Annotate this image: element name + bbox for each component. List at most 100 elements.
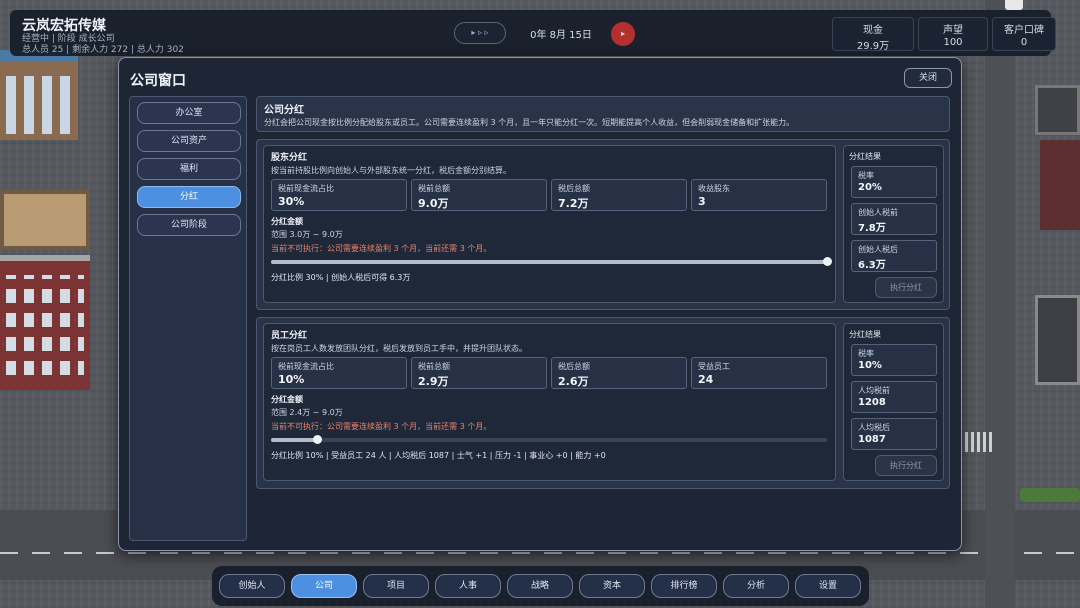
bottom-tab-analysis[interactable]: 分析 xyxy=(723,574,789,598)
play-pause-button[interactable]: ▸ xyxy=(611,22,635,46)
result-value: 6.3万 xyxy=(858,260,886,271)
result-label: 税率 xyxy=(858,349,874,358)
amount-range: 范围 2.4万 ~ 9.0万 xyxy=(271,408,343,417)
kpi-card: 税前现金流占比 30% xyxy=(271,179,407,211)
client-reputation-stat: 客户口碑 0 xyxy=(992,17,1056,51)
result-card: 人均税后 1087 xyxy=(851,418,937,450)
employee-dividend-slider[interactable] xyxy=(271,435,827,444)
result-value: 10% xyxy=(858,360,882,371)
cash-value: 29.9万 xyxy=(856,41,890,52)
client-reputation-value: 0 xyxy=(1020,37,1028,48)
kpi-value: 7.2万 xyxy=(558,197,589,210)
execute-shareholder-dividend-button[interactable]: 执行分红 xyxy=(875,277,937,298)
result-card: 税率 20% xyxy=(851,166,937,198)
reputation-label: 声望 xyxy=(943,25,963,36)
game-date: 0年 8月 15日 xyxy=(530,30,592,41)
kpi-label: 税后总额 xyxy=(558,184,590,193)
kpi-value: 2.9万 xyxy=(418,375,449,388)
close-button[interactable]: 关闭 xyxy=(904,68,952,88)
company-stats: 总人员 25 | 剩余人力 272 | 总人力 302 xyxy=(22,45,184,55)
result-label: 人均税后 xyxy=(858,423,890,432)
dividend-summary: 分红比例 30% | 创始人税后可得 6.3万 xyxy=(271,273,411,282)
amount-range: 范围 3.0万 ~ 9.0万 xyxy=(271,230,343,239)
bottom-tab-projects[interactable]: 项目 xyxy=(363,574,429,598)
kpi-card: 税后总额 2.6万 xyxy=(551,357,687,389)
bottom-tab-settings[interactable]: 设置 xyxy=(795,574,861,598)
bottom-nav: 创始人 公司 项目 人事 战略 资本 排行榜 分析 设置 xyxy=(212,566,869,606)
bottom-tab-strategy[interactable]: 战略 xyxy=(507,574,573,598)
building xyxy=(1035,295,1080,385)
kpi-card: 税前总额 2.9万 xyxy=(411,357,547,389)
client-reputation-label: 客户口碑 xyxy=(1004,25,1044,36)
slider-handle[interactable] xyxy=(823,257,832,266)
result-label: 创始人税后 xyxy=(858,245,898,254)
nav-item-office[interactable]: 办公室 xyxy=(137,102,241,124)
kpi-card: 税前总额 9.0万 xyxy=(411,179,547,211)
dividend-header: 公司分红 分红会把公司现金按比例分配给股东或员工。公司需要连续盈利 3 个月，且… xyxy=(256,96,950,132)
building xyxy=(0,190,90,250)
kpi-value: 2.6万 xyxy=(558,375,589,388)
kpi-value: 30% xyxy=(278,195,305,208)
result-card: 创始人税前 7.8万 xyxy=(851,203,937,235)
cash-label: 现金 xyxy=(863,25,883,36)
result-label: 创始人税前 xyxy=(858,208,898,217)
building xyxy=(1035,85,1080,135)
shareholder-dividend-slider[interactable] xyxy=(271,257,832,266)
kpi-value: 24 xyxy=(698,373,714,386)
bottom-tab-founder[interactable]: 创始人 xyxy=(219,574,285,598)
execute-employee-dividend-button[interactable]: 执行分红 xyxy=(875,455,937,476)
warning-text: 当前不可执行：公司需要连续盈利 3 个月，当前还需 3 个月。 xyxy=(271,244,492,253)
slider-fill xyxy=(271,260,827,264)
company-window: 公司窗口 关闭 办公室 公司资产 福利 分红 公司阶段 公司分红 分红会把公司现… xyxy=(118,57,962,551)
result-card: 人均税前 1208 xyxy=(851,381,937,413)
window-title: 公司窗口 xyxy=(130,73,186,89)
top-hud: 云岚宏拓传媒 经营中 | 阶段 成长公司 总人员 25 | 剩余人力 272 |… xyxy=(10,10,1056,56)
kpi-label: 收益股东 xyxy=(698,184,730,193)
bottom-tab-capital[interactable]: 资本 xyxy=(579,574,645,598)
shareholder-dividend-section: 股东分红 按当前持股比例向创始人与外部股东统一分红，税后金额分别结算。 税前现金… xyxy=(256,139,950,310)
section-title: 股东分红 xyxy=(271,153,308,163)
employee-result-panel: 分红结果 税率 10% 人均税前 1208 人均税后 1087 执行分红 xyxy=(843,323,944,481)
kpi-value: 3 xyxy=(698,195,706,208)
result-card: 税率 10% xyxy=(851,344,937,376)
nav-item-welfare[interactable]: 福利 xyxy=(137,158,241,180)
nav-item-dividend[interactable]: 分红 xyxy=(137,186,241,208)
result-value: 7.8万 xyxy=(858,223,886,234)
slider-handle[interactable] xyxy=(313,435,323,444)
header-title: 公司分红 xyxy=(264,105,304,116)
result-title: 分红结果 xyxy=(849,330,881,339)
corner-button[interactable] xyxy=(1005,0,1023,10)
result-title: 分红结果 xyxy=(849,152,881,161)
employee-dividend-section: 员工分红 按在岗员工人数发放团队分红，税后发放到员工手中，并提升团队状态。 税前… xyxy=(256,317,950,489)
bottom-tab-company[interactable]: 公司 xyxy=(291,574,357,598)
amount-title: 分红金额 xyxy=(271,217,303,226)
reputation-stat: 声望 100 xyxy=(918,17,988,51)
building xyxy=(0,255,90,390)
header-description: 分红会把公司现金按比例分配给股东或员工。公司需要连续盈利 3 个月，且一年只能分… xyxy=(264,118,795,127)
nav-item-stage[interactable]: 公司阶段 xyxy=(137,214,241,236)
kpi-value: 10% xyxy=(278,373,305,386)
kpi-card: 收益股东 3 xyxy=(691,179,827,211)
slider-fill xyxy=(271,438,318,442)
result-label: 税率 xyxy=(858,171,874,180)
kpi-card: 税后总额 7.2万 xyxy=(551,179,687,211)
warning-text: 当前不可执行：公司需要连续盈利 3 个月，当前还需 3 个月。 xyxy=(271,422,492,431)
bottom-tab-leaderboard[interactable]: 排行榜 xyxy=(651,574,717,598)
section-title: 员工分红 xyxy=(271,331,308,341)
result-value: 20% xyxy=(858,182,882,193)
speed-button[interactable]: ▸ ▹ ▹ xyxy=(454,22,506,44)
company-side-nav: 办公室 公司资产 福利 分红 公司阶段 xyxy=(129,96,247,541)
nav-item-assets[interactable]: 公司资产 xyxy=(137,130,241,152)
kpi-label: 税前现金流占比 xyxy=(278,362,334,371)
building xyxy=(1040,140,1080,230)
result-value: 1208 xyxy=(858,397,886,408)
kpi-label: 受益员工 xyxy=(698,362,730,371)
kpi-label: 税前总额 xyxy=(418,184,450,193)
dividend-summary: 分红比例 10% | 受益员工 24 人 | 人均税后 1087 | 士气 +1… xyxy=(271,451,606,460)
result-value: 1087 xyxy=(858,434,886,445)
kpi-label: 税前总额 xyxy=(418,362,450,371)
kpi-value: 9.0万 xyxy=(418,197,449,210)
bottom-tab-hr[interactable]: 人事 xyxy=(435,574,501,598)
result-card: 创始人税后 6.3万 xyxy=(851,240,937,272)
amount-title: 分红金额 xyxy=(271,395,303,404)
